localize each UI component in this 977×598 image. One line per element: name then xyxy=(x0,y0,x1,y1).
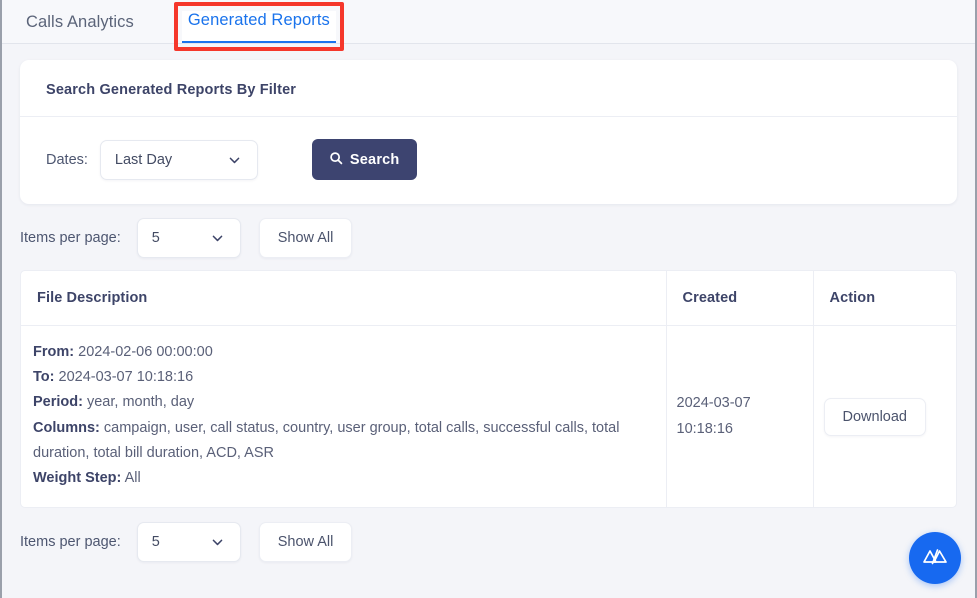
search-filter-header: Search Generated Reports By Filter xyxy=(20,60,957,117)
detail-from: From: 2024-02-06 00:00:00 xyxy=(33,340,650,365)
mountain-logo-icon xyxy=(922,547,948,570)
search-filter-card: Search Generated Reports By Filter Dates… xyxy=(20,60,957,204)
dates-select[interactable]: Last Day xyxy=(99,139,258,180)
detail-weight-step-label: Weight Step: xyxy=(33,470,122,487)
chevron-down-icon xyxy=(211,232,224,245)
detail-from-label: From: xyxy=(33,344,75,360)
search-icon xyxy=(329,151,343,169)
detail-to: To: 2024-03-07 10:18:16 xyxy=(33,365,650,390)
items-per-page-select-bottom[interactable]: 5 xyxy=(136,522,241,563)
column-header-file-description: File Description xyxy=(21,271,667,326)
detail-period-label: Period: xyxy=(33,394,83,411)
search-filter-body: Dates: Last Day Search xyxy=(20,117,957,204)
detail-period: Period: year, month, day xyxy=(33,390,650,415)
items-per-page-label-top: Items per page: xyxy=(20,230,121,246)
cell-file-description: From: 2024-02-06 00:00:00 To: 2024-03-07… xyxy=(21,325,667,508)
show-all-button-top[interactable]: Show All xyxy=(258,218,353,258)
search-button-label: Search xyxy=(349,151,400,168)
pager-bottom: Items per page: 5 Show All xyxy=(20,508,957,574)
chevron-down-icon xyxy=(211,536,224,549)
items-per-page-select-top[interactable]: 5 xyxy=(136,218,241,258)
detail-weight-step-value: All xyxy=(124,470,141,487)
table-header-row: File Description Created Action xyxy=(21,271,956,326)
items-per-page-value-top: 5 xyxy=(151,230,160,246)
detail-columns-value: campaign, user, call status, country, us… xyxy=(33,419,620,461)
detail-to-value: 2024-03-07 10:18:16 xyxy=(58,369,194,386)
app-viewport: Calls Analytics Generated Reports Search… xyxy=(0,0,977,598)
reports-table: File Description Created Action From: 20… xyxy=(20,270,957,509)
detail-weight-step: Weight Step: All xyxy=(33,466,650,491)
chevron-down-icon xyxy=(228,153,241,166)
detail-period-value: year, month, day xyxy=(86,394,195,411)
search-filter-title: Search Generated Reports By Filter xyxy=(46,82,297,98)
detail-from-value: 2024-02-06 00:00:00 xyxy=(78,344,213,360)
items-per-page-value-bottom: 5 xyxy=(151,534,160,551)
cell-action: Download xyxy=(813,326,956,508)
floating-action-button[interactable] xyxy=(909,532,961,584)
dates-label: Dates: xyxy=(46,151,88,168)
tab-calls-analytics[interactable]: Calls Analytics xyxy=(20,13,140,43)
tab-bar: Calls Analytics Generated Reports xyxy=(2,0,975,51)
page-content: Search Generated Reports By Filter Dates… xyxy=(2,44,975,574)
detail-columns-label: Columns: xyxy=(33,419,100,436)
cell-created: 2024-03-07 10:18:16 xyxy=(666,325,814,508)
detail-columns: Columns: campaign, user, call status, co… xyxy=(33,416,650,466)
show-all-button-bottom[interactable]: Show All xyxy=(258,522,353,563)
detail-to-label: To: xyxy=(33,369,55,386)
tab-generated-reports[interactable]: Generated Reports xyxy=(181,11,336,43)
pager-top: Items per page: 5 Show All xyxy=(20,204,957,270)
dates-select-value: Last Day xyxy=(114,151,173,168)
column-header-created: Created xyxy=(666,271,814,326)
items-per-page-label-bottom: Items per page: xyxy=(20,534,121,551)
table-row: From: 2024-02-06 00:00:00 To: 2024-03-07… xyxy=(21,325,956,508)
tab-generated-reports-wrapper: Generated Reports xyxy=(173,2,344,51)
download-button[interactable]: Download xyxy=(823,397,926,436)
search-button[interactable]: Search xyxy=(311,139,417,180)
column-header-action: Action xyxy=(813,271,956,326)
